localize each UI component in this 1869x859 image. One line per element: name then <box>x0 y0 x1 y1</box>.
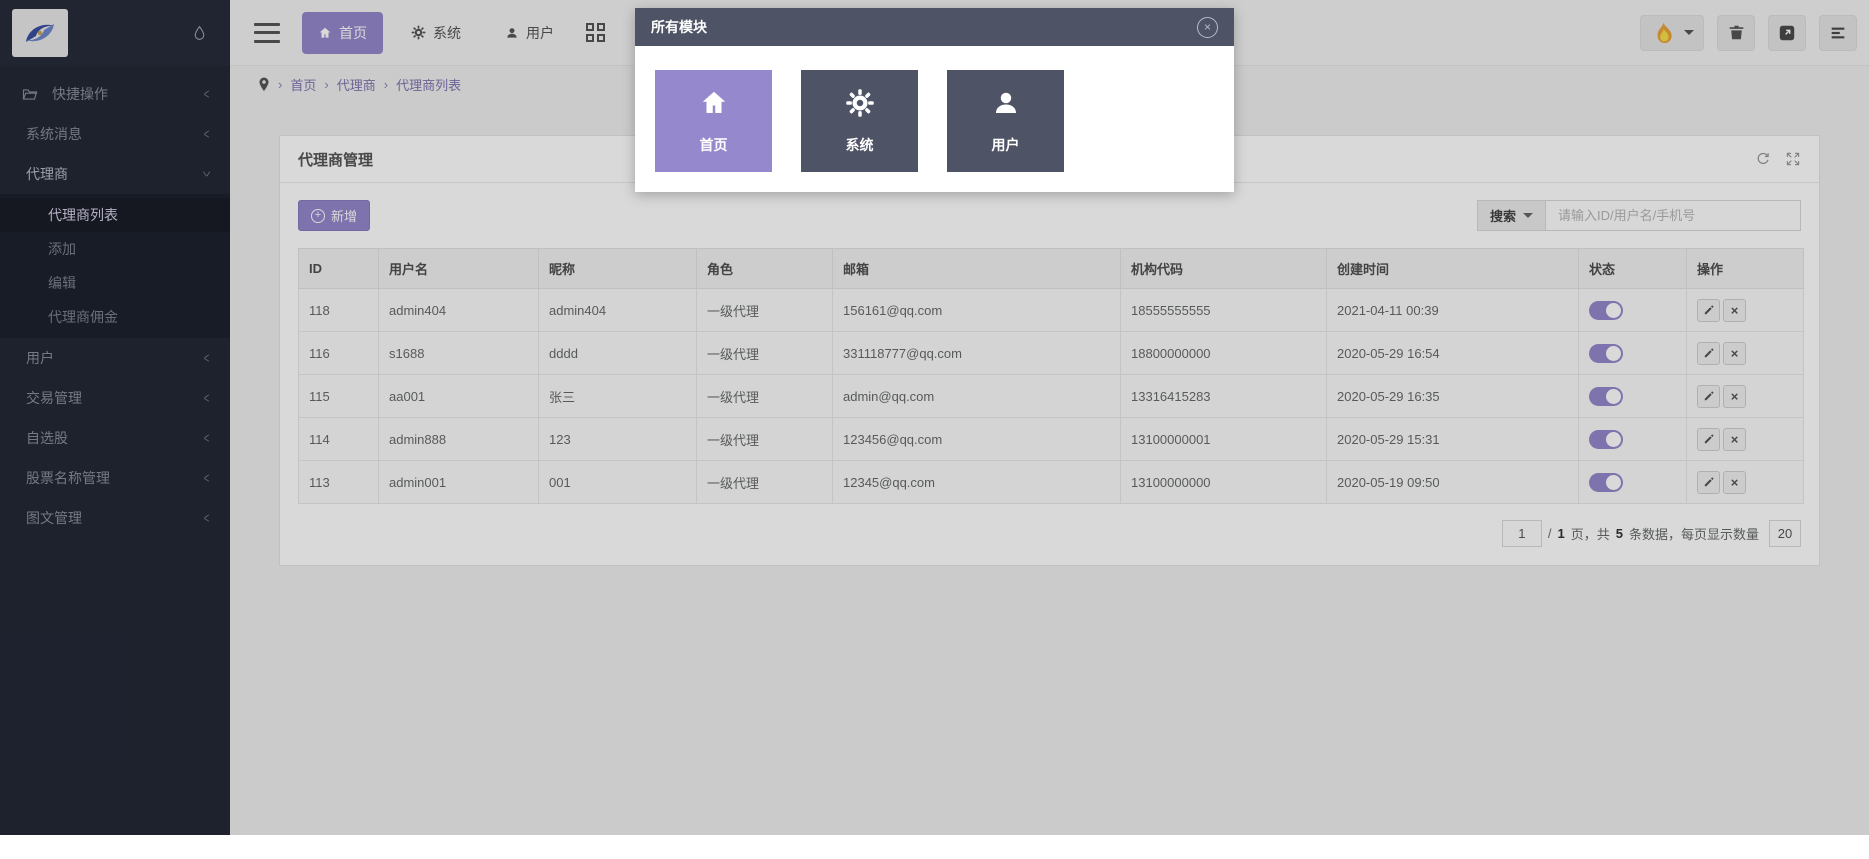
module-tile-label: 系统 <box>846 135 874 155</box>
module-tile-label: 用户 <box>992 135 1020 155</box>
user-icon <box>991 88 1021 123</box>
module-tile-首页[interactable]: 首页 <box>655 70 772 172</box>
app-root: 快捷操作<系统消息<代理商<代理商列表添加编辑代理商佣金用户<交易管理<自选股<… <box>0 0 1869 835</box>
modal-header: 所有模块 × <box>635 8 1234 46</box>
modal-body: 首页 系统 用户 <box>635 46 1234 192</box>
all-modules-modal: 所有模块 × 首页 系统 用户 <box>635 8 1234 192</box>
modal-title: 所有模块 <box>651 17 707 37</box>
module-tile-用户[interactable]: 用户 <box>947 70 1064 172</box>
module-tile-系统[interactable]: 系统 <box>801 70 918 172</box>
module-tile-label: 首页 <box>700 135 728 155</box>
gear-icon <box>845 88 875 123</box>
home-icon <box>699 88 729 123</box>
close-icon[interactable]: × <box>1197 17 1218 38</box>
